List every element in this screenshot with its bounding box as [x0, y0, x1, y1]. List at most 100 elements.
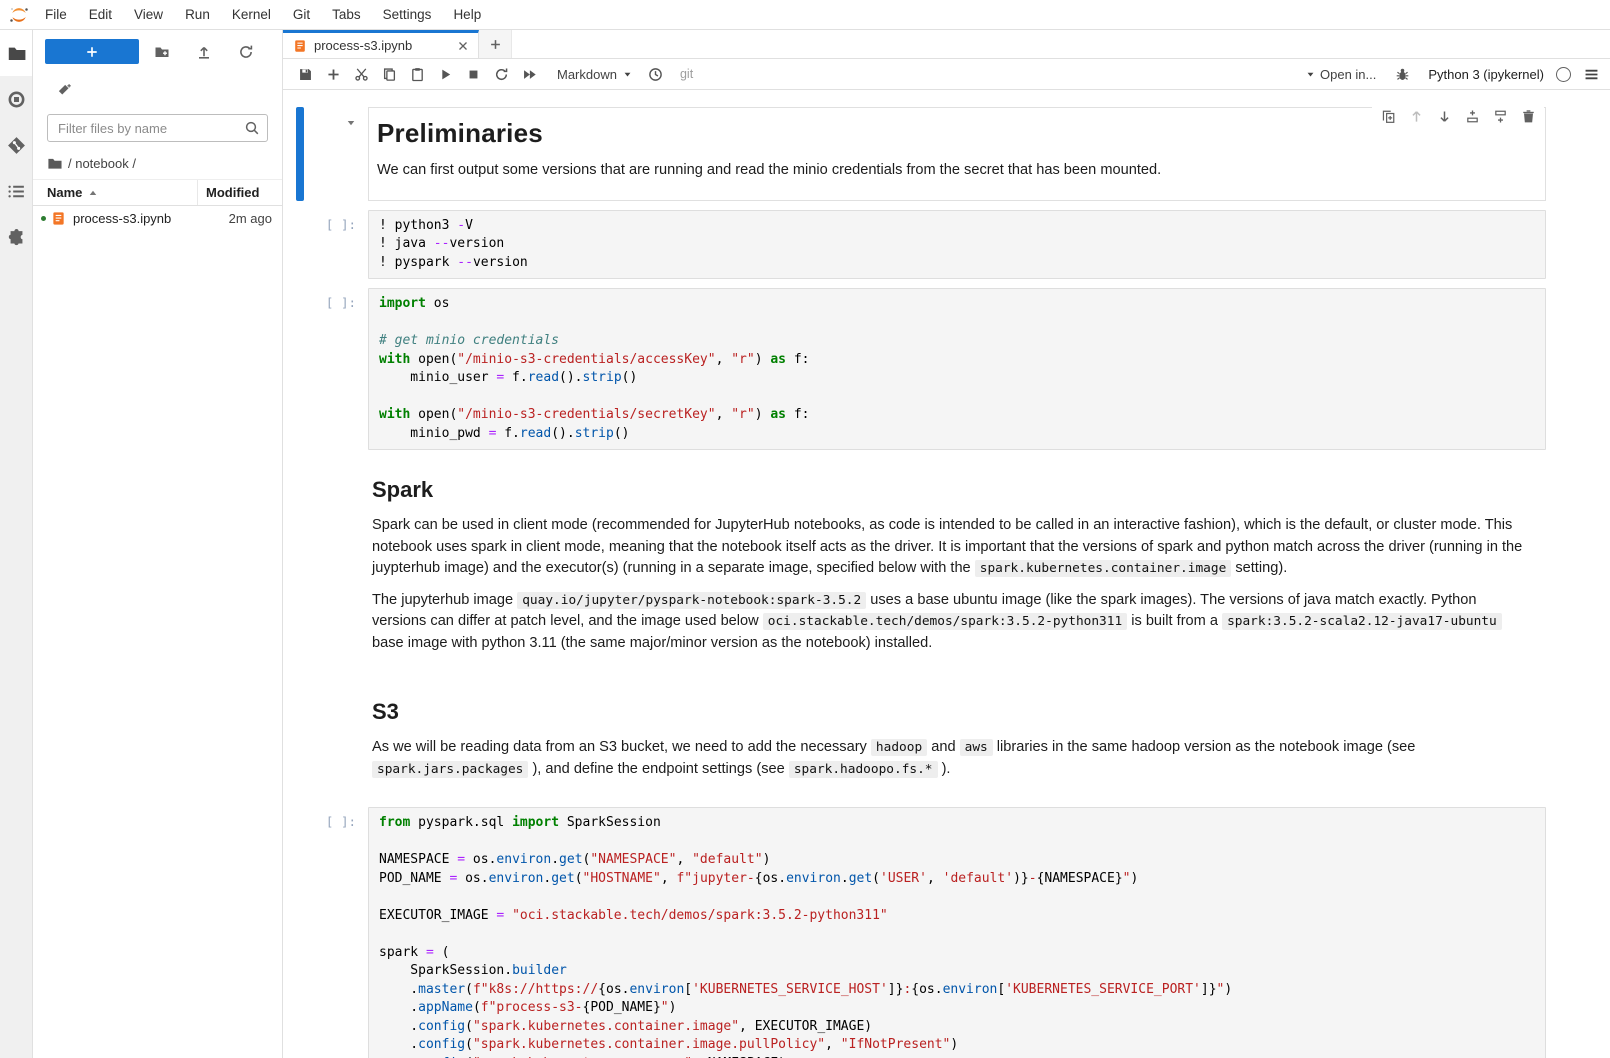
file-browser-toolbar — [33, 30, 282, 70]
menu-file[interactable]: File — [34, 0, 78, 29]
cell-prompt: [ ]: — [296, 288, 368, 450]
code-cell[interactable]: [ ]:from pyspark.sql import SparkSession… — [296, 807, 1546, 1058]
clock-icon — [648, 67, 663, 82]
git-icon — [7, 136, 26, 155]
insert-cell-above-button[interactable] — [1460, 105, 1484, 127]
kernel-status-icon[interactable] — [1556, 67, 1571, 82]
move-cell-down-button[interactable] — [1432, 105, 1456, 127]
filter-files-input[interactable] — [47, 114, 268, 142]
open-in-dropdown[interactable]: Open in... — [1306, 67, 1376, 82]
cell-collapser[interactable] — [296, 107, 368, 201]
file-row[interactable]: process-s3.ipynb2m ago — [33, 206, 282, 231]
menu-tabs[interactable]: Tabs — [321, 0, 372, 29]
move-cell-up-button[interactable] — [1404, 105, 1428, 127]
file-modified: 2m ago — [198, 211, 282, 226]
interrupt-kernel-button[interactable] — [459, 61, 487, 87]
menu-settings[interactable]: Settings — [372, 0, 443, 29]
app-logo — [4, 2, 34, 28]
caret-down-icon — [1306, 70, 1315, 79]
puzzle-icon — [7, 228, 26, 247]
markdown-rendered[interactable]: PreliminariesWe can first output some ve… — [368, 107, 1546, 201]
upload-button[interactable] — [185, 40, 223, 64]
menu-view[interactable]: View — [123, 0, 174, 29]
refresh-button[interactable] — [227, 40, 265, 64]
markdown-paragraph: Spark can be used in client mode (recomm… — [372, 515, 1534, 580]
run-cell-button[interactable] — [431, 61, 459, 87]
menu-run[interactable]: Run — [174, 0, 221, 29]
selected-cell-bar — [296, 107, 304, 201]
sidebar-tab-table-of-contents[interactable] — [0, 168, 32, 214]
menubar: FileEditViewRunKernelGitTabsSettingsHelp — [0, 0, 1610, 30]
save-button[interactable] — [291, 61, 319, 87]
markdown-cell[interactable]: PreliminariesWe can first output some ve… — [296, 107, 1546, 201]
search-icon — [244, 120, 260, 136]
new-tab-button[interactable] — [479, 30, 512, 58]
code-editor[interactable]: from pyspark.sql import SparkSession NAM… — [368, 807, 1546, 1058]
save-icon — [298, 67, 313, 82]
sidebar-tab-extension-manager[interactable] — [0, 214, 32, 260]
code-editor[interactable]: ! python3 -V ! java --version ! pyspark … — [368, 210, 1546, 280]
refresh-icon — [238, 44, 254, 60]
insert-cell-below-button[interactable] — [1488, 105, 1512, 127]
running-status-dot — [41, 216, 46, 221]
restart-run-all-button[interactable] — [515, 61, 543, 87]
toolbar-menu-button[interactable] — [1583, 66, 1600, 83]
folder-icon[interactable] — [47, 156, 62, 171]
markdown-cell[interactable]: S3As we will be reading data from an S3 … — [296, 681, 1546, 798]
code-editor[interactable]: import os # get minio credentials with o… — [368, 288, 1546, 450]
cell-collapser[interactable] — [296, 681, 368, 798]
notebook-icon — [51, 211, 66, 226]
tag-plus-icon — [57, 83, 72, 98]
history-button[interactable] — [642, 61, 670, 87]
cut-icon — [354, 67, 369, 82]
menu-git[interactable]: Git — [282, 0, 321, 29]
code-cell[interactable]: [ ]:import os # get minio credentials wi… — [296, 288, 1546, 450]
code-cell[interactable]: [ ]:! python3 -V ! java --version ! pysp… — [296, 210, 1546, 280]
debugger-button[interactable] — [1388, 61, 1416, 87]
notebook-area: PreliminariesWe can first output some ve… — [283, 90, 1610, 1058]
paste-cell-button[interactable] — [403, 61, 431, 87]
tab-label: process-s3.ipynb — [314, 38, 412, 53]
breadcrumb-path[interactable]: / notebook / — [68, 156, 136, 171]
breadcrumb[interactable]: / notebook / — [33, 148, 282, 179]
activity-bar — [0, 30, 33, 1058]
sidebar-tab-running-terminals[interactable] — [0, 76, 32, 122]
menu-edit[interactable]: Edit — [78, 0, 123, 29]
markdown-heading: Preliminaries — [377, 118, 1533, 149]
column-header-name[interactable]: Name — [33, 180, 198, 205]
cell-collapser[interactable] — [296, 459, 368, 672]
file-name: process-s3.ipynb — [66, 211, 198, 226]
cell-prompt: [ ]: — [296, 807, 368, 1058]
column-header-modified[interactable]: Modified — [198, 180, 282, 205]
markdown-rendered[interactable]: Spark Spark can be used in client mode (r… — [368, 459, 1546, 672]
stop-square-icon — [466, 67, 481, 82]
copy-icon — [382, 67, 397, 82]
sidebar-tab-git[interactable] — [0, 122, 32, 168]
tab-close-button[interactable] — [456, 39, 470, 53]
markdown-cell[interactable]: Spark Spark can be used in client mode (r… — [296, 459, 1546, 672]
markdown-heading: Spark — [372, 477, 1534, 503]
kernel-name[interactable]: Python 3 (ipykernel) — [1428, 67, 1544, 82]
tab-process-s3[interactable]: process-s3.ipynb — [283, 30, 479, 58]
insert-cell-button[interactable] — [319, 61, 347, 87]
cell-type-select[interactable]: Markdown — [557, 67, 632, 82]
menu-help[interactable]: Help — [442, 0, 492, 29]
menu-kernel[interactable]: Kernel — [221, 0, 282, 29]
new-launcher-button[interactable] — [45, 39, 139, 64]
stackable-logo-icon — [9, 5, 29, 25]
list-icon — [7, 182, 26, 201]
paste-icon — [410, 67, 425, 82]
sidebar-tab-file-browser[interactable] — [0, 30, 32, 76]
git-init-button[interactable] — [57, 78, 72, 102]
caret-down-icon[interactable] — [346, 118, 356, 128]
cut-cell-button[interactable] — [347, 61, 375, 87]
play-icon — [438, 67, 453, 82]
close-icon — [456, 39, 470, 53]
markdown-rendered[interactable]: S3As we will be reading data from an S3 … — [368, 681, 1546, 798]
duplicate-cell-button[interactable] — [1376, 105, 1400, 127]
restart-kernel-button[interactable] — [487, 61, 515, 87]
notebook-toolbar: Markdown git Open in... Python 3 (ipyker… — [283, 59, 1610, 90]
copy-cell-button[interactable] — [375, 61, 403, 87]
new-folder-button[interactable] — [143, 40, 181, 64]
delete-cell-button[interactable] — [1516, 105, 1540, 127]
